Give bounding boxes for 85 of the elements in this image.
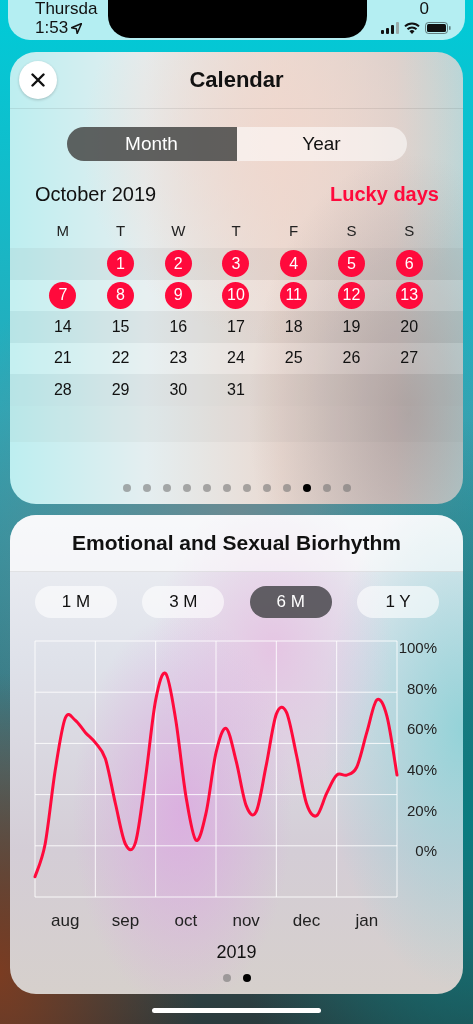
lucky-day[interactable]: 12 xyxy=(337,281,365,309)
axis-label: 60% xyxy=(406,720,437,738)
weekday-label: T xyxy=(115,221,126,239)
lucky-day[interactable]: 13 xyxy=(395,281,423,309)
month-title: October 2019 xyxy=(35,182,157,206)
lucky-days-label: Lucky days xyxy=(330,182,439,206)
range-button[interactable]: 1 M xyxy=(35,586,117,618)
axis-label: oct xyxy=(174,911,198,930)
close-button[interactable] xyxy=(19,61,57,99)
page-dot[interactable] xyxy=(322,484,331,492)
page-dot[interactable] xyxy=(222,484,231,492)
page-dot[interactable] xyxy=(202,484,211,492)
lucky-day[interactable]: 9 xyxy=(164,281,192,309)
lucky-day[interactable]: 5 xyxy=(337,250,365,278)
page-dot[interactable] xyxy=(182,484,191,492)
weekday-label: S xyxy=(404,221,415,239)
weekday-label: F xyxy=(289,221,299,239)
axis-label: jan xyxy=(355,911,379,930)
axis-label: nov xyxy=(232,911,260,930)
page-dot[interactable] xyxy=(242,974,251,982)
calendar-day[interactable]: 17 xyxy=(222,313,250,341)
weekday-label: S xyxy=(346,221,357,239)
lucky-day[interactable]: 10 xyxy=(222,281,250,309)
calendar-day[interactable]: 31 xyxy=(222,376,250,404)
view-tab[interactable]: Month xyxy=(66,127,237,161)
calendar-day[interactable]: 19 xyxy=(337,313,365,341)
calendar-day[interactable]: 24 xyxy=(222,344,250,372)
year-label: 2019 xyxy=(216,941,257,963)
calendar-day[interactable]: 26 xyxy=(337,344,365,372)
range-button[interactable]: 6 M xyxy=(249,586,332,618)
axis-label: 40% xyxy=(406,761,437,778)
range-button[interactable]: 3 M xyxy=(142,586,225,618)
page-dot[interactable] xyxy=(122,484,131,492)
wifi-icon xyxy=(404,22,420,34)
view-tab[interactable]: Year xyxy=(236,127,407,161)
weekday-label: W xyxy=(171,221,186,239)
page-dot[interactable] xyxy=(222,974,231,982)
page-dot[interactable] xyxy=(342,484,351,492)
battery-icon xyxy=(425,22,451,34)
page-dot[interactable] xyxy=(282,484,291,492)
axis-label: 80% xyxy=(406,679,437,697)
location-arrow-icon xyxy=(71,22,83,34)
home-indicator[interactable] xyxy=(152,1008,321,1013)
calendar-day[interactable]: 18 xyxy=(280,313,308,341)
lucky-day[interactable]: 1 xyxy=(107,250,135,278)
calendar-day[interactable]: 29 xyxy=(107,376,135,404)
status-time: 1:53 xyxy=(35,18,69,38)
axis-label: 0% xyxy=(415,842,437,860)
card-title: Calendar xyxy=(189,67,284,93)
calendar-day[interactable]: 28 xyxy=(49,376,77,404)
calendar-day[interactable]: 30 xyxy=(164,376,192,404)
page-dot[interactable] xyxy=(242,484,251,492)
close-icon xyxy=(31,73,45,87)
page-dot[interactable] xyxy=(262,484,271,492)
lucky-day[interactable]: 11 xyxy=(280,281,308,309)
calendar-day[interactable]: 22 xyxy=(107,344,135,372)
calendar-day[interactable]: 15 xyxy=(107,313,135,341)
card-title: Emotional and Sexual Biorhythm xyxy=(71,531,402,555)
axis-label: 20% xyxy=(406,801,437,819)
lucky-day[interactable]: 7 xyxy=(49,281,77,309)
calendar-day[interactable]: 14 xyxy=(49,313,77,341)
axis-label: sep xyxy=(111,911,140,930)
range-button[interactable]: 1 Y xyxy=(357,586,439,618)
status-day: Thursda xyxy=(35,0,98,18)
calendar-day[interactable]: 27 xyxy=(395,344,423,372)
page-dot[interactable] xyxy=(302,484,311,492)
calendar-day[interactable]: 16 xyxy=(164,313,192,341)
lucky-day[interactable]: 4 xyxy=(280,250,308,278)
weekday-label: T xyxy=(231,221,241,239)
lucky-day[interactable]: 6 xyxy=(395,250,423,278)
axis-label: dec xyxy=(292,911,321,930)
calendar-day[interactable]: 20 xyxy=(395,313,423,341)
axis-label: 100% xyxy=(398,639,437,657)
calendar-day[interactable]: 21 xyxy=(49,344,77,372)
page-dot[interactable] xyxy=(162,484,171,492)
calendar-day[interactable]: 23 xyxy=(164,344,192,372)
calendar-day[interactable]: 25 xyxy=(280,344,308,372)
weekday-label: M xyxy=(56,221,70,239)
lucky-day[interactable]: 3 xyxy=(222,250,250,278)
signal-icon xyxy=(381,22,399,34)
lucky-day[interactable]: 2 xyxy=(164,250,192,278)
page-dot[interactable] xyxy=(142,484,151,492)
axis-label: aug xyxy=(51,911,80,930)
status-count: 0 xyxy=(419,0,429,18)
lucky-day[interactable]: 8 xyxy=(107,281,135,309)
